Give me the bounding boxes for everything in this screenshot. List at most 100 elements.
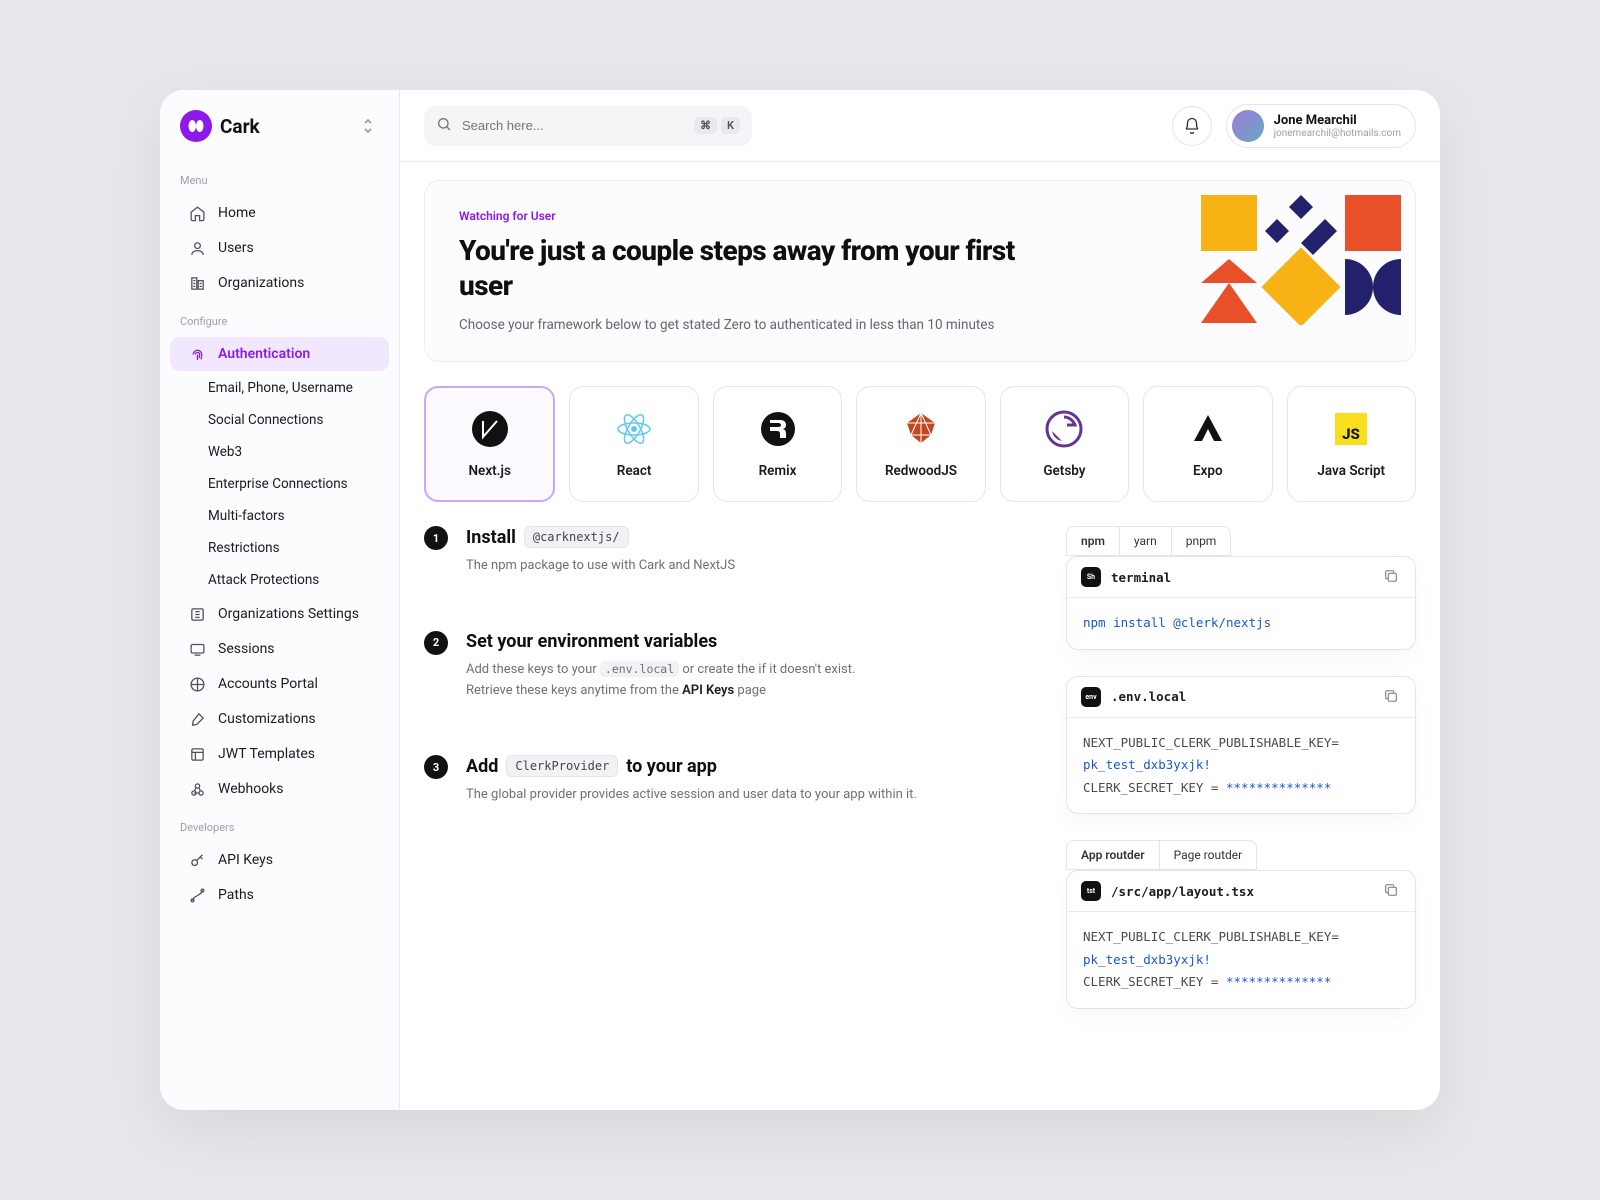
user-menu[interactable]: Jone Mearchil jonemearchil@hotmails.com [1226,104,1416,148]
code-card-env: env .env.local NEXT_PUBLIC_CLERK_PUBLISH… [1066,676,1416,815]
sidebar-item-apikeys[interactable]: API Keys [170,843,389,877]
tab-app-router[interactable]: App routder [1066,840,1160,870]
framework-redwood[interactable]: RedwoodJS [856,386,985,502]
framework-remix[interactable]: Remix [713,386,842,502]
settings-org-icon [188,605,206,623]
code-badge-icon: Sh [1081,567,1101,587]
content: Watching for User You're just a couple s… [400,162,1440,1110]
react-icon [614,409,654,449]
sidebar-item-orgsettings[interactable]: Organizations Settings [170,597,389,631]
sidebar-sub-attack[interactable]: Attack Protections [160,564,399,596]
key-icon [188,851,206,869]
javascript-icon: JS [1331,409,1371,449]
sidebar-item-home[interactable]: Home [170,196,389,230]
webhook-icon [188,780,206,798]
topbar: ⌘ K Jone Mearchil jonemearchil@hotmails.… [400,90,1440,162]
framework-expo[interactable]: Expo [1143,386,1272,502]
step-provider-code: ClerkProvider [506,755,618,777]
code-card-terminal: Sh terminal npm install @clerk/nextjs [1066,556,1416,650]
users-icon [188,239,206,257]
bell-icon [1183,117,1201,135]
template-icon [188,745,206,763]
sidebar-item-label: Customizations [218,711,316,727]
sidebar-item-label: Webhooks [218,781,284,797]
copy-button[interactable] [1383,882,1401,900]
copy-button[interactable] [1383,568,1401,586]
avatar [1232,110,1264,142]
step-desc: The npm package to use with Cark and Nex… [466,556,735,577]
step-number: 3 [424,755,448,779]
step-desc: Add these keys to your .env.local or cre… [466,660,855,702]
code-file: .env.local [1111,689,1186,704]
sidebar-item-label: Paths [218,887,254,903]
brand-switcher[interactable] [357,115,379,137]
code-body: NEXT_PUBLIC_CLERK_PUBLISHABLE_KEY=pk_tes… [1067,718,1415,814]
brush-icon [188,710,206,728]
sidebar-item-customizations[interactable]: Customizations [170,702,389,736]
sidebar-item-label: Home [218,205,256,221]
tab-npm[interactable]: npm [1066,526,1120,556]
sidebar-sub-web3[interactable]: Web3 [160,436,399,468]
sidebar-item-label: API Keys [218,852,273,868]
sidebar-item-users[interactable]: Users [170,231,389,265]
sidebar-sub-restrictions[interactable]: Restrictions [160,532,399,564]
sidebar-sub-multifactors[interactable]: Multi-factors [160,500,399,532]
step-1: 1 Install @carknextjs/ The npm package t… [424,526,1038,577]
gatsby-icon [1044,409,1084,449]
sessions-icon [188,640,206,658]
nextjs-icon [470,409,510,449]
user-name: Jone Mearchil [1274,113,1401,128]
sidebar-item-jwt[interactable]: JWT Templates [170,737,389,771]
sidebar-item-webhooks[interactable]: Webhooks [170,772,389,806]
tab-pnpm[interactable]: pnpm [1172,526,1232,556]
sidebar-sub-social[interactable]: Social Connections [160,404,399,436]
sidebar-item-label: Authentication [218,346,310,362]
sidebar-item-label: JWT Templates [218,746,315,762]
code-file: /src/app/layout.tsx [1111,884,1254,899]
framework-react[interactable]: React [569,386,698,502]
sidebar-item-sessions[interactable]: Sessions [170,632,389,666]
sidebar-item-accountsportal[interactable]: Accounts Portal [170,667,389,701]
package-manager-tabs: npm yarn pnpm [1066,526,1416,556]
tab-yarn[interactable]: yarn [1120,526,1172,556]
search-icon [436,116,452,136]
search-input[interactable] [462,118,684,133]
notifications-button[interactable] [1172,106,1212,146]
copy-button[interactable] [1383,688,1401,706]
brand-logo-icon [180,110,212,142]
hero-card: Watching for User You're just a couple s… [424,180,1416,362]
framework-nextjs[interactable]: Next.js [424,386,555,502]
path-icon [188,886,206,904]
tab-page-router[interactable]: Page routder [1160,840,1258,870]
sidebar-sub-email[interactable]: Email, Phone, Username [160,372,399,404]
search-shortcut: ⌘ K [694,117,740,134]
brand-name: Cark [220,115,260,138]
framework-javascript[interactable]: JS Java Script [1287,386,1416,502]
sidebar-item-paths[interactable]: Paths [170,878,389,912]
sidebar-item-organizations[interactable]: Organizations [170,266,389,300]
sidebar-section-menu: Menu [160,160,399,195]
sidebar-sub-enterprise[interactable]: Enterprise Connections [160,468,399,500]
sidebar-section-configure: Configure [160,301,399,336]
step-number: 1 [424,526,448,550]
hero-art [1201,195,1401,325]
user-email: jonemearchil@hotmails.com [1274,128,1401,139]
step-package-code: @carknextjs/ [524,526,629,548]
hero-title: You're just a couple steps away from you… [459,233,1019,303]
app-window: Cark Menu Home Users Organizations Confi… [160,90,1440,1110]
svg-text:JS: JS [1342,425,1360,443]
sidebar-item-authentication[interactable]: Authentication [170,337,389,371]
sidebar-item-label: Accounts Portal [218,676,318,692]
step-title: Set your environment variables [466,631,855,652]
code-card-layout: tst /src/app/layout.tsx NEXT_PUBLIC_CLER… [1066,870,1416,1009]
step-title: Install @carknextjs/ [466,526,735,548]
step-3: 3 Add ClerkProvider to your app The glob… [424,755,1038,806]
framework-gatsby[interactable]: Getsby [1000,386,1129,502]
search-box[interactable]: ⌘ K [424,106,752,146]
sidebar-item-label: Sessions [218,641,275,657]
step-title: Add ClerkProvider to your app [466,755,917,777]
buildings-icon [188,274,206,292]
home-icon [188,204,206,222]
expo-icon [1188,409,1228,449]
step-number: 2 [424,631,448,655]
